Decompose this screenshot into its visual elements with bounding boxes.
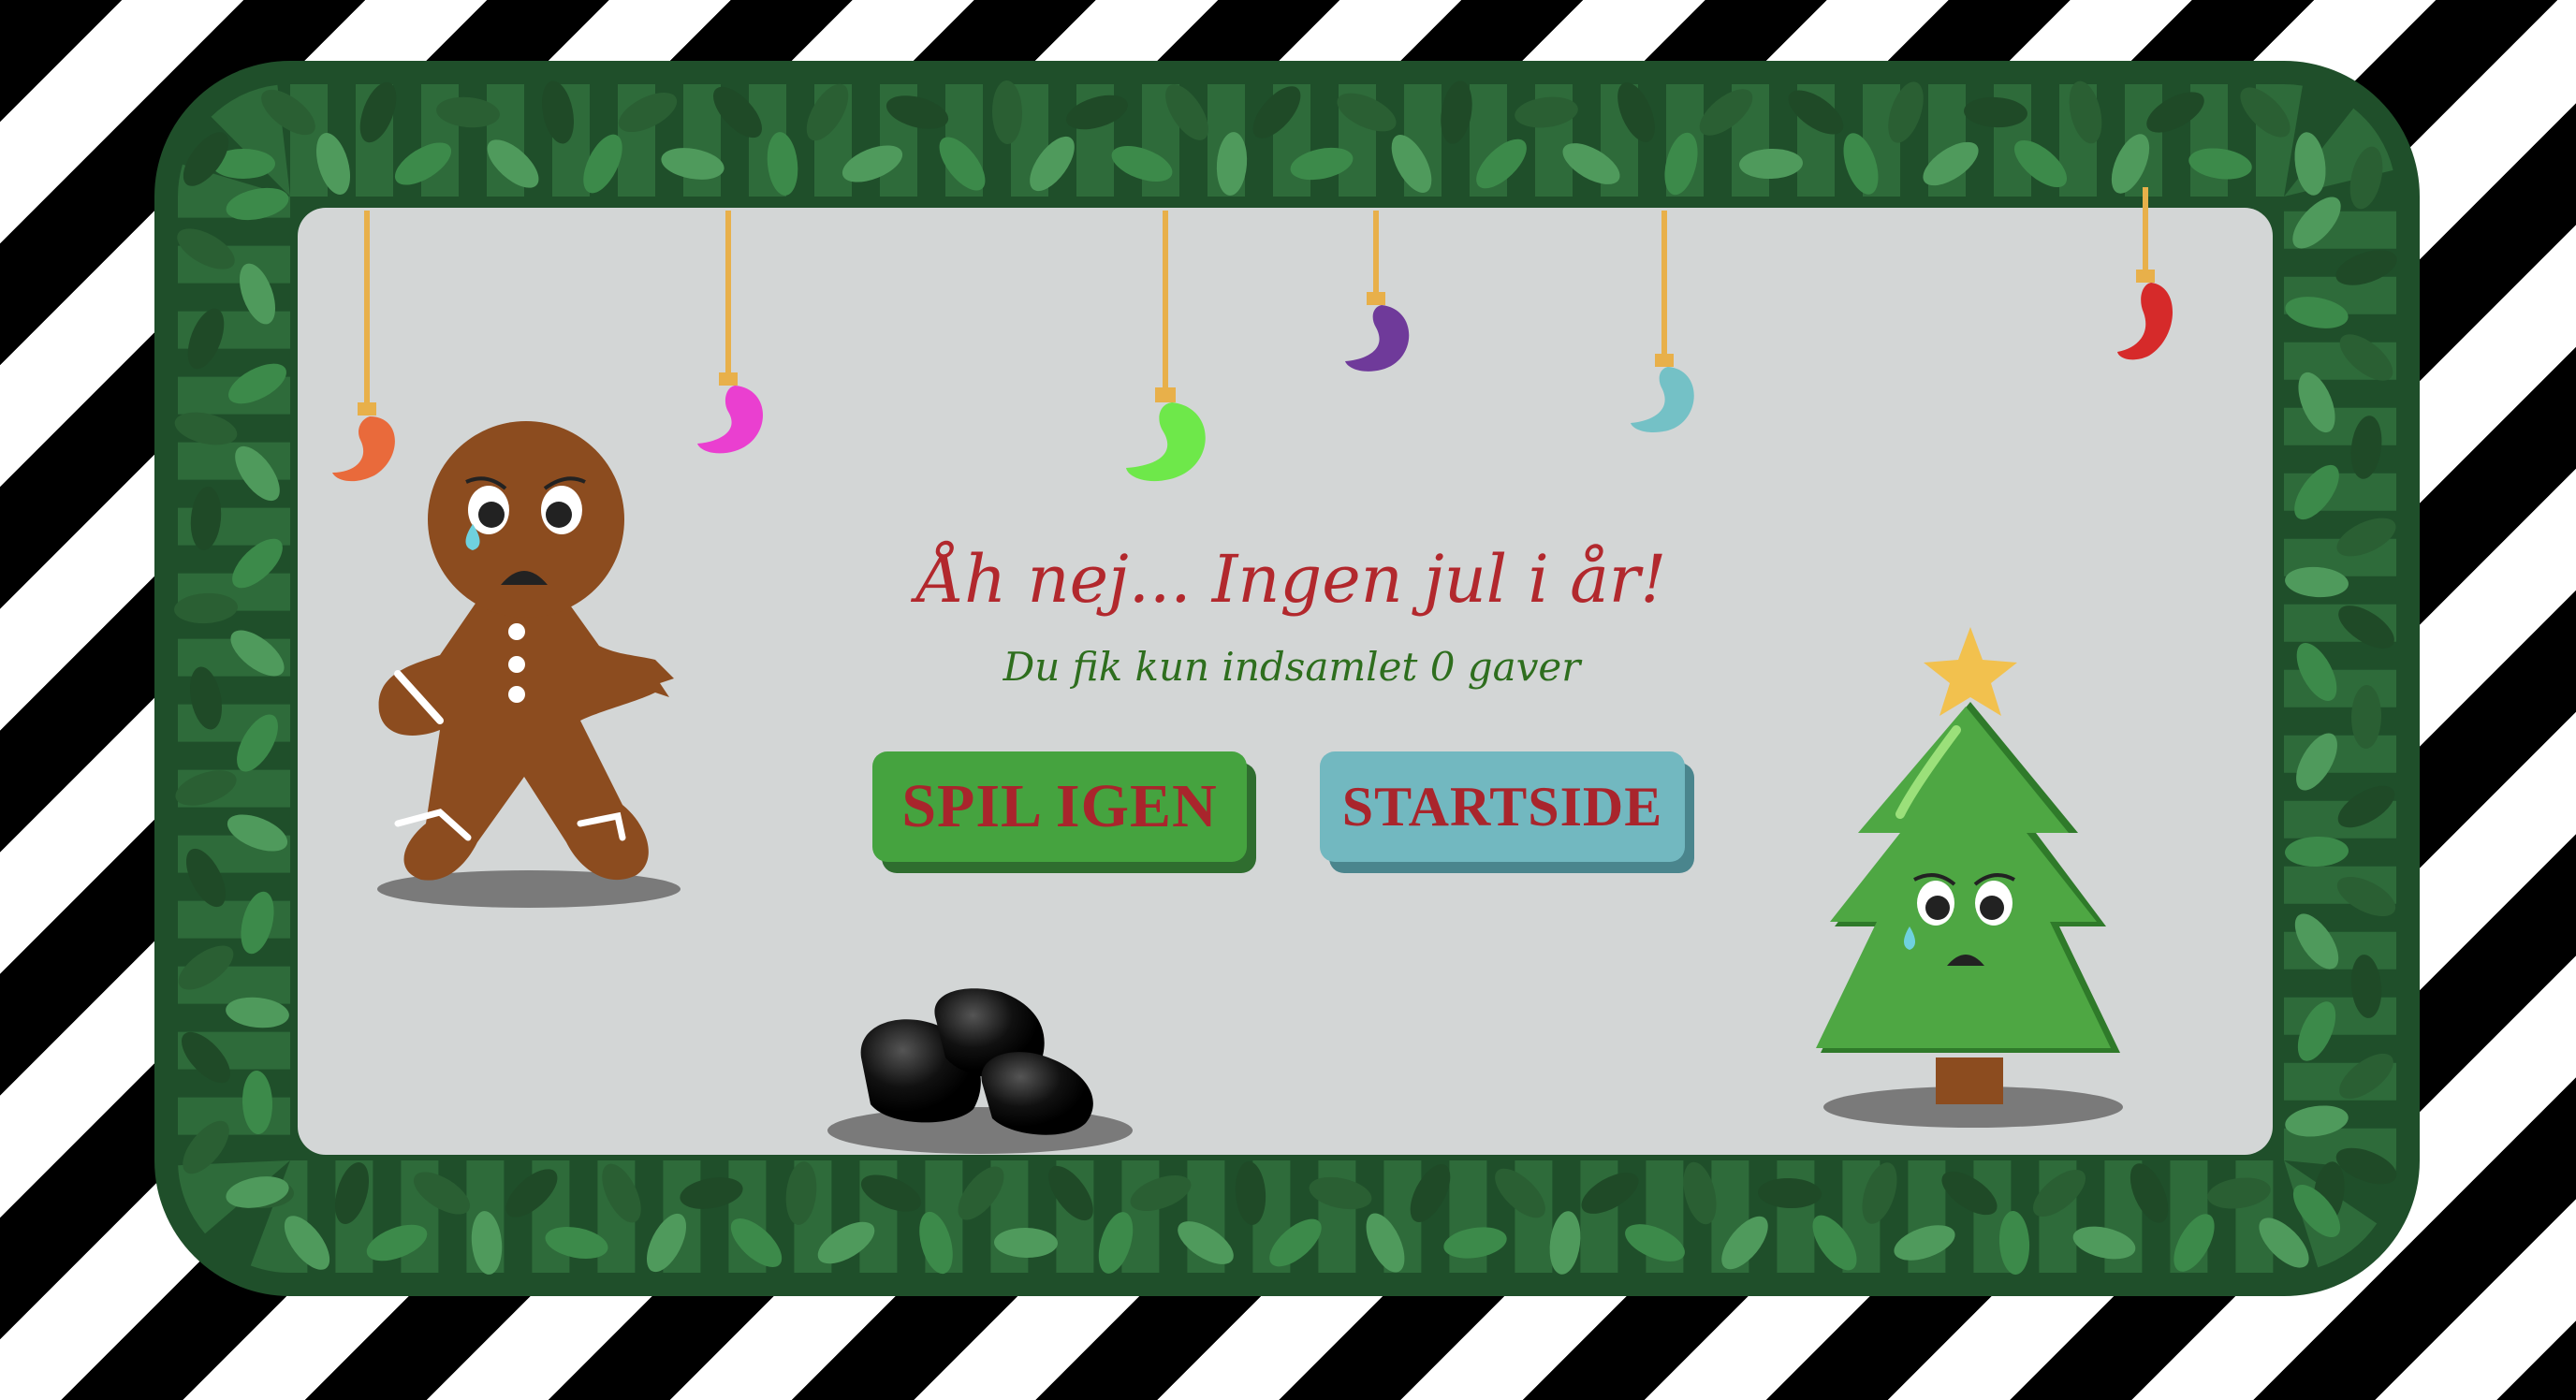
- game-over-title: Åh nej... Ingen jul i år!: [916, 541, 1667, 618]
- home-label: STARTSIDE: [1341, 775, 1663, 838]
- play-again-button[interactable]: SPIL IGEN: [872, 751, 1247, 862]
- home-button[interactable]: STARTSIDE: [1320, 751, 1685, 862]
- game-scene: [154, 61, 2420, 1296]
- presents-collected-text: Du fik kun indsamlet 0 gaver: [1003, 644, 1581, 690]
- play-again-label: SPIL IGEN: [901, 772, 1218, 840]
